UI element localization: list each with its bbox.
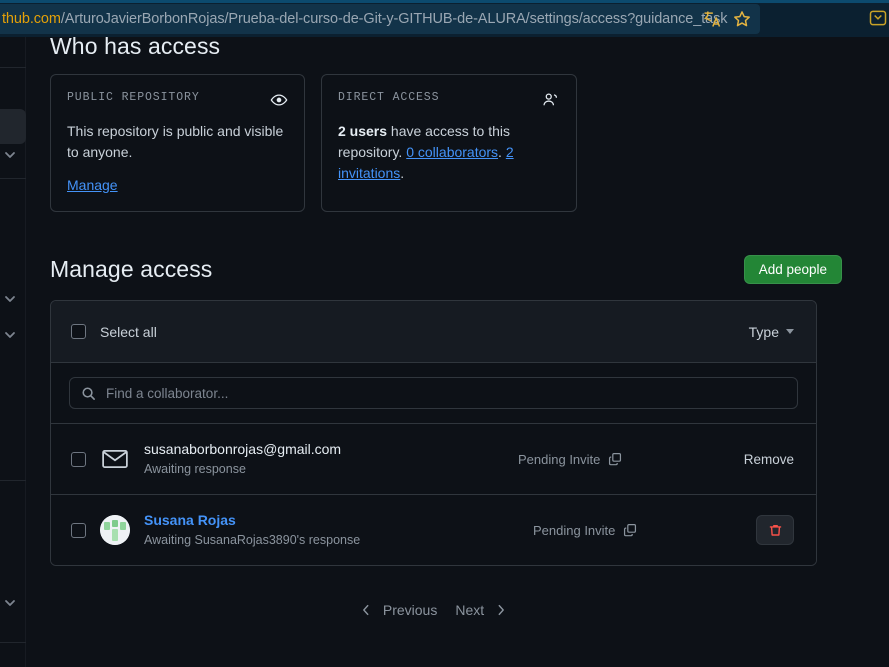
chevron-left-icon (359, 603, 373, 617)
eye-icon (270, 91, 288, 109)
card-public-body: This repository is public and visible to… (67, 123, 284, 160)
sidebar-divider (0, 642, 26, 643)
copy-icon[interactable] (608, 452, 622, 466)
url-input[interactable]: thub.com/ArturoJavierBorbonRojas/Prueba-… (0, 4, 760, 34)
row-status: Pending Invite (430, 523, 756, 538)
type-filter-label: Type (748, 323, 779, 340)
main-content: Who has access PUBLIC REPOSITORY This re… (26, 37, 889, 667)
pagination: Previous Next (50, 602, 817, 618)
chevron-down-icon[interactable] (2, 291, 18, 307)
status-badge: Pending Invite (518, 451, 601, 467)
browser-top-accent (0, 0, 889, 3)
chevron-down-icon[interactable] (2, 595, 18, 611)
row-identity: Susana Rojas Awaiting SusanaRojas3890's … (100, 511, 430, 549)
table-row: Susana Rojas Awaiting SusanaRojas3890's … (51, 494, 816, 565)
sidebar-rail-card[interactable] (0, 109, 26, 144)
url-text: thub.com/ArturoJavierBorbonRojas/Prueba-… (0, 11, 727, 27)
sidebar-divider (0, 480, 26, 481)
sidebar-divider (0, 178, 26, 179)
card-direct-label: DIRECT ACCESS (338, 91, 440, 104)
direct-access-sep: . (498, 144, 506, 160)
select-all-checkbox[interactable] (71, 324, 86, 339)
next-page-button[interactable]: Next (455, 602, 508, 618)
remove-link[interactable]: Remove (744, 452, 794, 467)
table-row: susanaborbonrojas@gmail.com Awaiting res… (51, 423, 816, 494)
search-section (51, 363, 816, 423)
sidebar-rail (0, 37, 26, 667)
select-all-label: Select all (100, 323, 157, 340)
row-name[interactable]: Susana Rojas (144, 511, 360, 530)
row-names: Susana Rojas Awaiting SusanaRojas3890's … (144, 511, 360, 549)
card-direct-access: DIRECT ACCESS 2 users have access to thi… (321, 74, 577, 212)
chevron-down-icon[interactable] (2, 327, 18, 343)
envelope-icon (100, 444, 130, 474)
url-path: /ArturoJavierBorbonRojas/Prueba-del-curs… (60, 11, 728, 27)
row-checkbox[interactable] (71, 522, 86, 538)
avatar[interactable] (100, 514, 130, 545)
page-title-manage-access: Manage access (50, 256, 213, 282)
copy-icon[interactable] (623, 523, 637, 537)
collaborators-link[interactable]: 0 collaborators (406, 144, 498, 160)
chevron-right-icon (494, 603, 508, 617)
page-title-who-has-access: Who has access (50, 37, 221, 59)
previous-label: Previous (382, 602, 438, 618)
search-field[interactable] (69, 377, 798, 409)
collections-icon[interactable] (866, 6, 889, 30)
card-direct-body: 2 users have access to this repository. … (338, 121, 560, 184)
manage-access-panel: Select all Type Find a collaborator... s… (50, 300, 817, 566)
row-subtitle: Awaiting SusanaRojas3890's response (144, 533, 361, 547)
direct-access-count: 2 users (338, 123, 388, 139)
star-icon[interactable] (730, 7, 754, 31)
translate-icon[interactable] (700, 7, 724, 31)
row-identity: susanaborbonrojas@gmail.com Awaiting res… (100, 440, 430, 478)
select-all-control[interactable]: Select all (71, 324, 157, 340)
manage-link[interactable]: Manage (67, 177, 118, 193)
add-people-button[interactable]: Add people (743, 255, 842, 284)
row-checkbox[interactable] (71, 451, 86, 467)
card-public-repository: PUBLIC REPOSITORY This repository is pub… (50, 74, 305, 212)
row-subtitle: Awaiting response (144, 462, 246, 476)
chevron-down-icon[interactable] (2, 147, 18, 163)
delete-collaborator-button[interactable] (756, 515, 794, 545)
url-host: thub.com (2, 11, 61, 27)
direct-access-period: . (400, 165, 405, 181)
row-names: susanaborbonrojas@gmail.com Awaiting res… (144, 440, 341, 478)
people-icon (542, 91, 560, 109)
search-icon (81, 386, 96, 401)
chevron-down-icon (786, 329, 794, 334)
browser-url-bar: thub.com/ArturoJavierBorbonRojas/Prueba-… (0, 0, 889, 37)
type-filter-dropdown[interactable]: Type (749, 324, 794, 340)
card-public-label: PUBLIC REPOSITORY (67, 91, 200, 104)
sidebar-divider (0, 67, 26, 68)
row-name: susanaborbonrojas@gmail.com (144, 441, 342, 458)
status-badge: Pending Invite (533, 522, 616, 538)
search-input[interactable] (106, 385, 786, 401)
access-table-header: Select all Type (51, 301, 816, 363)
trash-icon (768, 523, 783, 538)
next-label: Next (455, 602, 485, 618)
row-status: Pending Invite (430, 452, 744, 467)
previous-page-button[interactable]: Previous (359, 602, 437, 618)
